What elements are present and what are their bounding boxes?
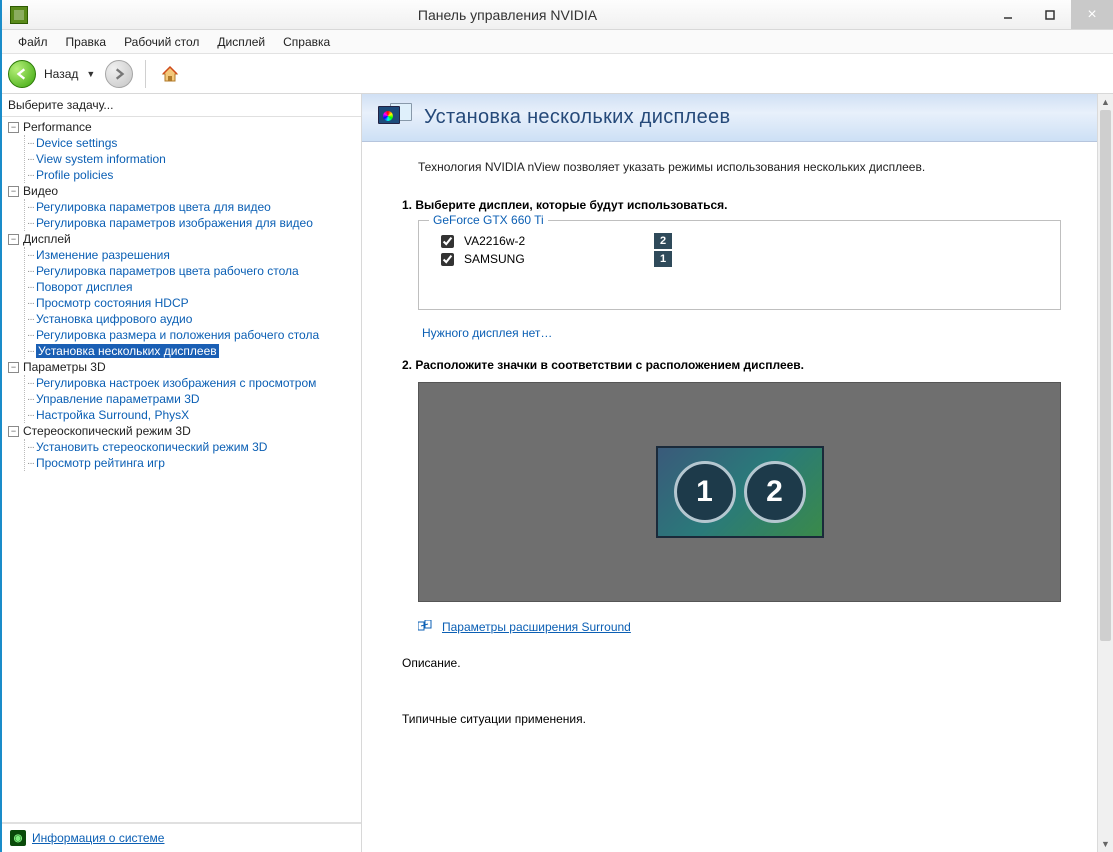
- workspace: Выберите задачу... −Performance ···Devic…: [2, 94, 1113, 852]
- sidebar: Выберите задачу... −Performance ···Devic…: [2, 94, 362, 852]
- sidebar-item[interactable]: Изменение разрешения: [36, 248, 170, 262]
- surround-icon: [418, 620, 434, 634]
- forward-button[interactable]: [105, 60, 133, 88]
- display-checkbox[interactable]: [441, 235, 454, 248]
- minimize-button[interactable]: [987, 0, 1029, 29]
- display-name[interactable]: VA2216w-2: [464, 234, 644, 248]
- system-info-link[interactable]: Информация о системе: [32, 831, 164, 845]
- page-title: Установка нескольких дисплеев: [424, 106, 730, 129]
- maximize-button[interactable]: [1029, 0, 1071, 29]
- category-performance[interactable]: Performance: [23, 120, 92, 134]
- system-info-icon: ◉: [10, 830, 26, 846]
- page-description: Технология NVIDIA nView позволяет указат…: [418, 160, 1085, 174]
- gpu-name: GeForce GTX 660 Ti: [429, 213, 548, 227]
- content-pane: Установка нескольких дисплеев Технология…: [362, 94, 1113, 852]
- display-badge: 1: [654, 251, 672, 267]
- expander-icon[interactable]: −: [8, 426, 19, 437]
- home-button[interactable]: [158, 62, 182, 86]
- missing-display-link[interactable]: Нужного дисплея нет…: [422, 326, 552, 340]
- menu-display[interactable]: Дисплей: [209, 33, 273, 51]
- sidebar-item[interactable]: Настройка Surround, PhysX: [36, 408, 189, 422]
- sidebar-item[interactable]: Device settings: [36, 136, 117, 150]
- sidebar-item[interactable]: View system information: [36, 152, 166, 166]
- display-select-box: GeForce GTX 660 Ti VA2216w-2 2 SAMSUNG 1: [418, 220, 1061, 310]
- display-badge: 2: [654, 233, 672, 249]
- sidebar-item[interactable]: Profile policies: [36, 168, 113, 182]
- expander-icon[interactable]: −: [8, 234, 19, 245]
- multi-display-icon: [378, 103, 412, 133]
- window-buttons: ×: [987, 0, 1113, 29]
- menu-help[interactable]: Справка: [275, 33, 338, 51]
- app-icon: [10, 6, 28, 24]
- display-row: SAMSUNG 1: [441, 251, 1046, 267]
- titlebar: Панель управления NVIDIA ×: [2, 0, 1113, 30]
- content-body: Технология NVIDIA nView позволяет указат…: [362, 142, 1113, 852]
- back-button[interactable]: [8, 60, 36, 88]
- step2-title: 2. Расположите значки в соответствии с р…: [402, 358, 1075, 372]
- back-dropdown-icon[interactable]: ▼: [86, 69, 95, 79]
- scroll-down-icon[interactable]: ▼: [1098, 836, 1113, 852]
- sidebar-item[interactable]: Регулировка размера и положения рабочего…: [36, 328, 319, 342]
- sidebar-item[interactable]: Просмотр состояния HDCP: [36, 296, 189, 310]
- scroll-up-icon[interactable]: ▲: [1098, 94, 1113, 110]
- sidebar-item[interactable]: Регулировка параметров изображения для в…: [36, 216, 313, 230]
- display-checkbox[interactable]: [441, 253, 454, 266]
- sidebar-item[interactable]: Установить стереоскопический режим 3D: [36, 440, 267, 454]
- category-3d[interactable]: Параметры 3D: [23, 360, 106, 374]
- category-video[interactable]: Видео: [23, 184, 58, 198]
- expander-icon[interactable]: −: [8, 362, 19, 373]
- category-display[interactable]: Дисплей: [23, 232, 71, 246]
- back-label: Назад: [44, 67, 78, 81]
- typical-heading: Типичные ситуации применения.: [402, 712, 1085, 726]
- surround-settings-link[interactable]: Параметры расширения Surround: [442, 620, 631, 634]
- toolbar: Назад ▼: [2, 54, 1113, 94]
- display-disc-1[interactable]: 1: [674, 461, 736, 523]
- display-row: VA2216w-2 2: [441, 233, 1046, 249]
- display-disc-2[interactable]: 2: [744, 461, 806, 523]
- menu-file[interactable]: Файл: [10, 33, 56, 51]
- description-heading: Описание.: [402, 656, 1085, 670]
- expander-icon[interactable]: −: [8, 186, 19, 197]
- sidebar-item[interactable]: Регулировка настроек изображения с просм…: [36, 376, 316, 390]
- menu-desktop[interactable]: Рабочий стол: [116, 33, 207, 51]
- menu-edit[interactable]: Правка: [58, 33, 115, 51]
- surround-row: Параметры расширения Surround: [418, 620, 1085, 634]
- toolbar-separator: [145, 60, 146, 88]
- sidebar-header: Выберите задачу...: [2, 94, 361, 116]
- expander-icon[interactable]: −: [8, 122, 19, 133]
- sidebar-item[interactable]: Просмотр рейтинга игр: [36, 456, 165, 470]
- menubar: Файл Правка Рабочий стол Дисплей Справка: [2, 30, 1113, 54]
- sidebar-item-selected[interactable]: Установка нескольких дисплеев: [36, 344, 219, 358]
- sidebar-item[interactable]: Поворот дисплея: [36, 280, 133, 294]
- sidebar-item[interactable]: Установка цифрового аудио: [36, 312, 192, 326]
- content-banner: Установка нескольких дисплеев: [362, 94, 1113, 142]
- close-button[interactable]: ×: [1071, 0, 1113, 29]
- sidebar-footer: ◉ Информация о системе: [2, 823, 361, 852]
- window-title: Панель управления NVIDIA: [28, 7, 987, 23]
- display-card[interactable]: 1 2: [656, 446, 824, 538]
- scroll-thumb[interactable]: [1100, 110, 1111, 641]
- category-stereo[interactable]: Стереоскопический режим 3D: [23, 424, 191, 438]
- step1-title: 1. Выберите дисплеи, которые будут испол…: [402, 198, 1075, 212]
- sidebar-item[interactable]: Регулировка параметров цвета для видео: [36, 200, 271, 214]
- sidebar-item[interactable]: Управление параметрами 3D: [36, 392, 200, 406]
- task-tree[interactable]: −Performance ···Device settings ···View …: [2, 116, 361, 823]
- vertical-scrollbar[interactable]: ▲ ▼: [1097, 94, 1113, 852]
- sidebar-item[interactable]: Регулировка параметров цвета рабочего ст…: [36, 264, 299, 278]
- display-name[interactable]: SAMSUNG: [464, 252, 644, 266]
- arrangement-area[interactable]: 1 2: [418, 382, 1061, 602]
